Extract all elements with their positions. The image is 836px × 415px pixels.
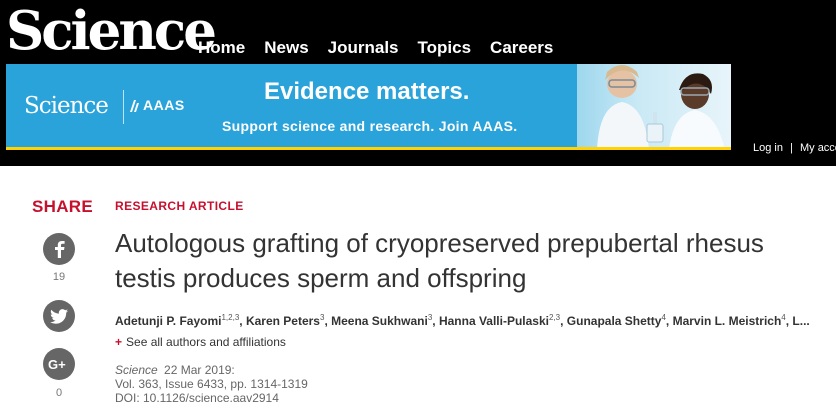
- nav-careers[interactable]: Careers: [490, 36, 553, 60]
- banner-subtext: Support science and research. Join AAAS.: [222, 118, 518, 134]
- nav-journals[interactable]: Journals: [328, 36, 399, 60]
- expand-plus-icon: +: [115, 335, 123, 349]
- nav-home[interactable]: Home: [198, 36, 245, 60]
- scientists-photo: [577, 64, 731, 150]
- citation-volume: Vol. 363, Issue 6433, pp. 1314-1319: [115, 377, 308, 391]
- banner-science-logo: Science: [24, 93, 109, 119]
- citation-doi[interactable]: DOI: 10.1126/science.aav2914: [115, 391, 308, 405]
- citation-block: Science 22 Mar 2019: Vol. 363, Issue 643…: [115, 363, 308, 405]
- banner-headline: Evidence matters.: [264, 78, 470, 105]
- google-plus-icon: G+: [48, 357, 66, 371]
- article-type-label: RESEARCH ARTICLE: [115, 199, 244, 213]
- share-heading: SHARE: [32, 197, 94, 216]
- author-affiliation: 1,2,3: [221, 313, 240, 322]
- facebook-icon: [55, 241, 65, 258]
- science-logo[interactable]: Science: [6, 1, 217, 61]
- login-link[interactable]: Log in: [753, 142, 783, 154]
- author-affiliation: 2,3: [548, 313, 561, 322]
- facebook-share-count: 19: [52, 271, 66, 283]
- author-more[interactable]: L...: [792, 314, 809, 328]
- author-affiliation: 4: [661, 313, 666, 322]
- citation-journal-line: Science 22 Mar 2019:: [115, 363, 308, 377]
- author-affiliation: 4: [781, 313, 786, 322]
- author-affiliation: 3: [427, 313, 433, 322]
- author-name[interactable]: Hanna Valli-Pulaski: [439, 314, 549, 328]
- scientists-illustration: [597, 65, 725, 150]
- author-affiliation: 3: [319, 313, 325, 322]
- twitter-icon: [50, 308, 68, 324]
- publication-date: 22 Mar 2019:: [164, 363, 235, 377]
- nav-topics[interactable]: Topics: [418, 36, 472, 60]
- author-name[interactable]: Karen Peters: [246, 314, 320, 328]
- banner-aaas-logo: AAAS: [130, 97, 185, 113]
- see-all-authors-label: See all authors and affiliations: [126, 335, 286, 349]
- banner-aaas-text: AAAS: [143, 97, 185, 113]
- author-list: Adetunji P. Fayomi1,2,3, Karen Peters3, …: [115, 313, 810, 329]
- aaas-banner-ad[interactable]: Science AAAS Evidence matters. Support s…: [6, 64, 731, 150]
- aaas-mark-icon: [130, 99, 140, 112]
- see-all-authors-link[interactable]: + See all authors and affiliations: [115, 334, 286, 350]
- svg-text:G+: G+: [48, 357, 66, 371]
- article-title: Autologous grafting of cryopreserved pre…: [115, 228, 764, 293]
- main-nav: Home News Journals Topics Careers: [198, 36, 572, 60]
- author-name[interactable]: Gunapala Shetty: [567, 314, 662, 328]
- account-links: Log in | My acco: [753, 140, 836, 156]
- facebook-share-button[interactable]: [43, 233, 75, 265]
- journal-name: Science: [115, 363, 158, 377]
- author-name[interactable]: Meena Sukhwani: [331, 314, 428, 328]
- google-plus-share-count: 0: [55, 387, 63, 399]
- account-separator: |: [790, 142, 793, 154]
- google-plus-share-button[interactable]: G+: [43, 348, 75, 380]
- site-header: Science Home News Journals Topics Career…: [0, 0, 836, 166]
- author-name[interactable]: Adetunji P. Fayomi: [115, 314, 221, 328]
- banner-divider: [123, 90, 124, 124]
- twitter-share-button[interactable]: [43, 300, 75, 332]
- my-account-link[interactable]: My acco: [800, 142, 836, 154]
- nav-news[interactable]: News: [264, 36, 308, 60]
- banner-accent-stripe: [6, 147, 731, 150]
- author-name[interactable]: Marvin L. Meistrich: [673, 314, 782, 328]
